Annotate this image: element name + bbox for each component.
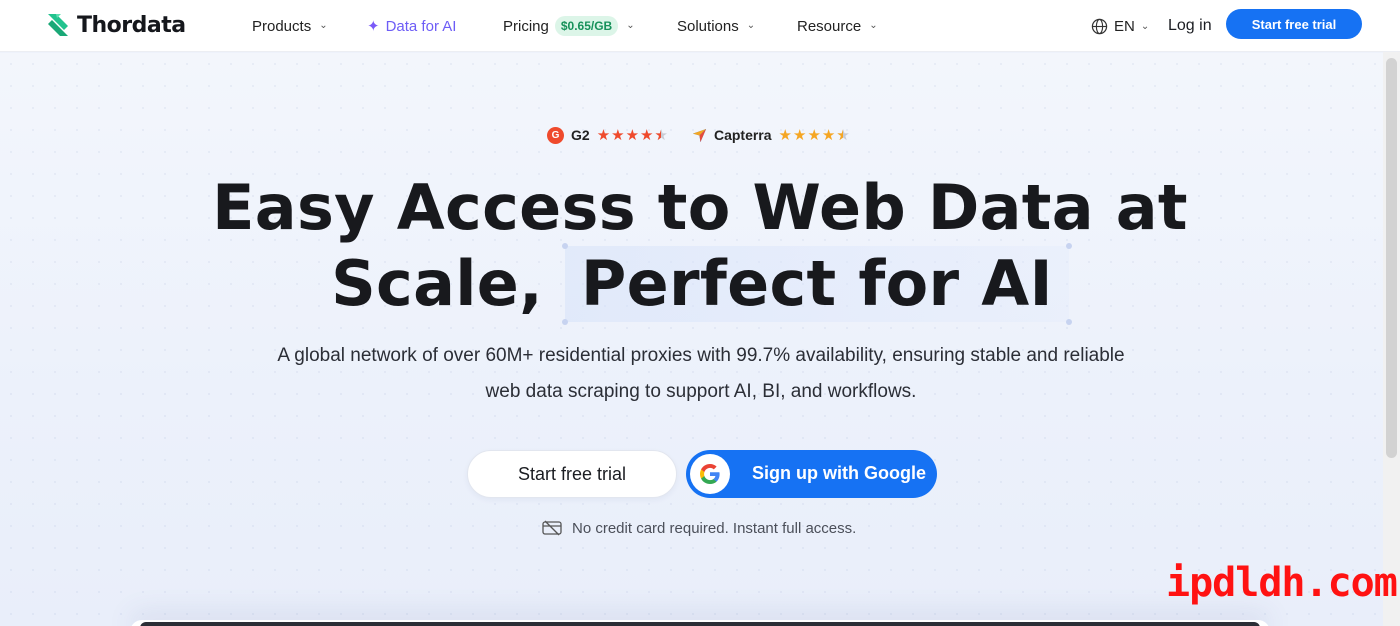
g2-label: G2 [571, 127, 590, 143]
selection-handle [561, 319, 568, 325]
star-icon: ★ [821, 126, 836, 144]
g2-stars: ★ ★ ★ ★ ★ [597, 128, 668, 143]
star-icon: ★ [640, 126, 654, 144]
no-credit-card-label: No credit card required. Instant full ac… [572, 519, 857, 537]
capterra-logo-icon [692, 128, 707, 142]
nav-data-for-ai[interactable]: ✦ Data for AI [367, 0, 456, 52]
thordata-logo[interactable]: Thordata [43, 10, 186, 40]
selection-handle [561, 243, 568, 249]
capterra-label: Capterra [713, 127, 772, 143]
language-selector[interactable]: EN ⌄ [1091, 0, 1149, 52]
nav-solutions-label: Solutions [677, 17, 739, 35]
star-icon: ★ [778, 126, 792, 144]
nav-resource-label: Resource [797, 17, 862, 35]
nav-solutions[interactable]: Solutions ⌄ [677, 0, 755, 52]
brand-name: Thordata [77, 12, 186, 38]
half-star-icon: ★ [655, 128, 668, 143]
hero-title-highlight: Perfect for AI [561, 243, 1072, 325]
selection-handle [1065, 319, 1072, 325]
nav-pricing-label: Pricing [503, 17, 549, 35]
login-link[interactable]: Log in [1168, 0, 1212, 52]
top-navigation-bar: Thordata Products ⌄ ✦ Data for AI Pricin… [0, 0, 1400, 52]
pricing-badge: $0.65/GB [554, 16, 619, 36]
chevron-down-icon: ⌄ [869, 19, 878, 31]
language-label: EN [1114, 17, 1135, 35]
sign-up-with-google-label: Sign up with Google [752, 463, 926, 483]
star-icon: ★ [625, 126, 640, 144]
hero-start-free-trial-button[interactable]: Start free trial [467, 450, 677, 498]
chevron-down-icon: ⌄ [319, 19, 328, 31]
nav-products[interactable]: Products ⌄ [252, 0, 328, 52]
nav-data-for-ai-label: Data for AI [385, 17, 457, 35]
chevron-down-icon: ⌄ [1140, 20, 1150, 32]
chevron-down-icon: ⌄ [746, 19, 756, 31]
dashboard-preview-topbar [140, 622, 1260, 626]
nav-resource[interactable]: Resource ⌄ [797, 0, 878, 52]
g2-rating[interactable]: G G2 ★ ★ ★ ★ ★ [547, 126, 668, 144]
google-icon [700, 464, 720, 484]
sparkle-icon: ✦ [367, 18, 380, 35]
chevron-down-icon: ⌄ [626, 19, 635, 31]
hero-subtitle: A global network of over 60M+ residentia… [277, 345, 1125, 402]
watermark-text: ipdldh.com [1166, 560, 1398, 606]
hero-title-line2-plain: Scale, [331, 247, 543, 320]
half-star-icon: ★ [836, 128, 849, 143]
google-icon-badge [690, 454, 730, 494]
hero-title: Easy Access to Web Data at Scale, Perfec… [0, 170, 1400, 325]
star-icon: ★ [807, 126, 821, 144]
sign-up-with-google-button[interactable]: Sign up with Google [686, 450, 937, 498]
hero-title-line2-highlight: Perfect for AI [580, 247, 1053, 320]
no-credit-card-icon [542, 520, 562, 536]
globe-icon [1091, 18, 1108, 34]
hero-title-line1: Easy Access to Web Data at [212, 171, 1188, 244]
capterra-stars: ★ ★ ★ ★ ★ [779, 128, 850, 143]
star-icon: ★ [793, 126, 807, 144]
capterra-rating[interactable]: Capterra ★ ★ ★ ★ ★ [692, 127, 850, 143]
thordata-logo-icon [48, 14, 68, 36]
star-icon: ★ [611, 126, 625, 144]
page-scrollbar-thumb[interactable] [1386, 58, 1397, 458]
selection-handle [1065, 243, 1072, 249]
start-free-trial-button[interactable]: Start free trial [1226, 9, 1362, 39]
star-icon: ★ [596, 126, 611, 144]
nav-products-label: Products [252, 17, 312, 35]
ratings-row: G G2 ★ ★ ★ ★ ★ Capterra ★ ★ ★ ★ ★ [547, 124, 850, 146]
g2-logo-icon: G [547, 126, 564, 144]
nav-pricing[interactable]: Pricing $0.65/GB ⌄ [503, 0, 635, 52]
no-credit-card-note: No credit card required. Instant full ac… [542, 518, 856, 538]
